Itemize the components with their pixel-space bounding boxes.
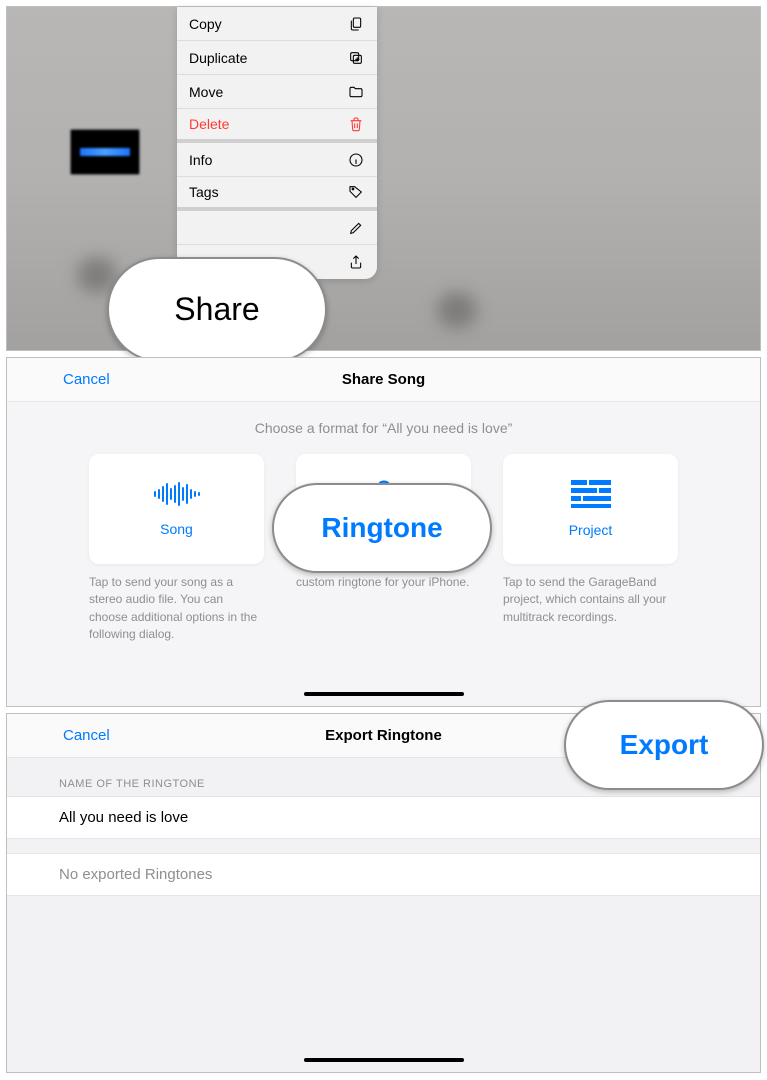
ringtone-name-field[interactable]: All you need is love: [7, 796, 760, 839]
info-icon: [347, 151, 365, 169]
menu-label: Copy: [189, 16, 222, 32]
option-label: Project: [569, 522, 613, 538]
option-song[interactable]: Song Tap to send your song as a stereo a…: [89, 454, 264, 644]
trash-icon: [347, 115, 365, 133]
menu-item-rename[interactable]: [177, 211, 377, 245]
tracks-icon: [571, 480, 611, 508]
subtitle: Choose a format for “All you need is lov…: [7, 420, 760, 436]
highlight-label: Export: [620, 729, 709, 761]
page-title: Share Song: [342, 371, 425, 388]
cancel-button[interactable]: Cancel: [63, 727, 110, 744]
menu-label: Delete: [189, 116, 229, 132]
pencil-icon: [347, 219, 365, 237]
highlight-share: Share: [107, 257, 327, 362]
share-song-panel: Cancel Share Song Choose a format for “A…: [6, 357, 761, 707]
menu-item-tags[interactable]: Tags: [177, 177, 377, 211]
page-title: Export Ringtone: [325, 727, 442, 744]
option-desc: custom ringtone for your iPhone.: [296, 574, 471, 591]
menu-item-move[interactable]: Move: [177, 75, 377, 109]
share-icon: [347, 253, 365, 271]
waveform-icon: [153, 481, 201, 507]
option-project[interactable]: Project Tap to send the GarageBand proje…: [503, 454, 678, 626]
home-indicator: [304, 692, 464, 696]
highlight-ringtone: Ringtone: [272, 483, 492, 573]
navbar: Cancel Share Song: [7, 358, 760, 402]
highlight-label: Share: [174, 291, 259, 328]
context-menu: Copy Duplicate Move Delete Info: [177, 7, 377, 279]
menu-label: Move: [189, 84, 223, 100]
tag-icon: [347, 183, 365, 201]
duplicate-icon: [347, 49, 365, 67]
folder-icon: [347, 83, 365, 101]
highlight-label: Ringtone: [321, 512, 442, 544]
menu-label: Info: [189, 152, 212, 168]
home-indicator: [304, 1058, 464, 1062]
menu-item-delete[interactable]: Delete: [177, 109, 377, 143]
option-desc: Tap to send the GarageBand project, whic…: [503, 574, 678, 626]
cancel-button[interactable]: Cancel: [63, 371, 110, 388]
menu-item-copy[interactable]: Copy: [177, 7, 377, 41]
menu-item-info[interactable]: Info: [177, 143, 377, 177]
project-thumbnail[interactable]: [70, 129, 140, 175]
blurred-element: [437, 292, 477, 328]
context-menu-panel: Copy Duplicate Move Delete Info: [6, 6, 761, 351]
empty-state: No exported Ringtones: [7, 853, 760, 896]
option-label: Song: [160, 521, 193, 537]
export-ringtone-panel: Cancel Export Ringtone Name of the Ringt…: [6, 713, 761, 1073]
menu-label: Duplicate: [189, 50, 247, 66]
copy-icon: [347, 15, 365, 33]
highlight-export: Export: [564, 700, 764, 790]
menu-item-duplicate[interactable]: Duplicate: [177, 41, 377, 75]
option-desc: Tap to send your song as a stereo audio …: [89, 574, 264, 644]
menu-label: Tags: [189, 184, 219, 200]
